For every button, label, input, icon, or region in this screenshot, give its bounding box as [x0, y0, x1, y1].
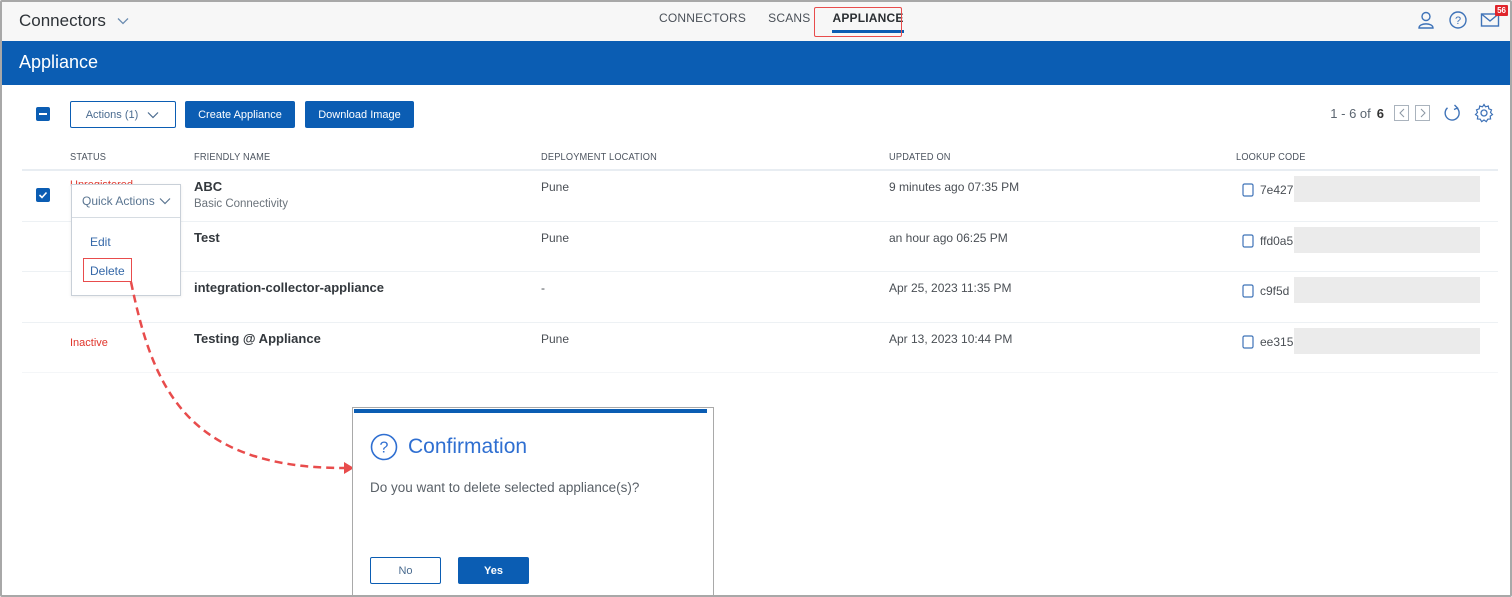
page-header: Appliance	[2, 41, 1510, 85]
table-header: STATUS FRIENDLY NAME DEPLOYMENT LOCATION…	[22, 142, 1498, 171]
checkmark-icon	[38, 191, 48, 199]
help-icon[interactable]: ?	[1448, 10, 1468, 30]
page-title: Appliance	[19, 52, 99, 72]
chevron-left-icon	[1398, 108, 1404, 118]
updated-on: an hour ago 06:25 PM	[889, 230, 1008, 245]
select-all-checkbox[interactable]	[36, 107, 50, 121]
lookup-code: ffd0a5	[1242, 234, 1293, 248]
row-checkbox[interactable]	[36, 188, 50, 202]
chevron-down-icon	[159, 198, 171, 205]
yes-button[interactable]: Yes	[458, 557, 529, 584]
status-badge: Inactive	[70, 336, 108, 349]
dialog-title-text: Confirmation	[408, 435, 528, 458]
app-title: Connectors	[19, 11, 106, 30]
lookup-code: ee315	[1242, 335, 1293, 349]
prev-page-button[interactable]	[1394, 105, 1409, 121]
redacted-region	[1294, 277, 1480, 303]
lookup-code-text: 7e427	[1260, 183, 1294, 197]
lookup-code-text: c9f5d	[1260, 284, 1290, 298]
quick-actions-label: Quick Actions	[82, 194, 155, 208]
chevron-down-icon	[117, 18, 129, 25]
dialog-accent-bar	[354, 409, 707, 413]
friendly-name[interactable]: Testing @ Appliance	[194, 331, 321, 346]
lookup-code-text: ee315	[1260, 334, 1294, 349]
top-bar: Connectors CONNECTORS SCANS APPLIANCE ? …	[2, 2, 1510, 41]
appliance-table: STATUS FRIENDLY NAME DEPLOYMENT LOCATION…	[22, 142, 1498, 373]
copy-icon[interactable]	[1242, 284, 1254, 298]
updated-on: 9 minutes ago 07:35 PM	[889, 180, 1020, 194]
copy-icon[interactable]	[1242, 183, 1254, 197]
quick-actions-dropdown[interactable]: Quick Actions	[72, 185, 180, 218]
deployment-location: Pune	[541, 230, 570, 245]
app-switcher[interactable]: Connectors	[19, 11, 130, 31]
menu-item-edit[interactable]: Edit	[90, 235, 111, 249]
no-button[interactable]: No	[370, 557, 441, 584]
friendly-name[interactable]: ABC	[194, 179, 222, 194]
appliance-type: Basic Connectivity	[194, 198, 288, 210]
lookup-code: c9f5d	[1242, 284, 1289, 298]
annotation-highlight-box	[814, 7, 902, 37]
updated-on: Apr 25, 2023 11:35 PM	[889, 281, 1012, 295]
tab-connectors[interactable]: CONNECTORS	[659, 2, 757, 41]
column-deployment-location[interactable]: DEPLOYMENT LOCATION	[541, 151, 657, 163]
column-updated-on[interactable]: UPDATED ON	[889, 151, 951, 163]
refresh-icon[interactable]	[1442, 103, 1462, 123]
download-image-button[interactable]: Download Image	[305, 101, 414, 128]
copy-icon[interactable]	[1242, 334, 1254, 349]
notification-badge: 56	[1495, 5, 1508, 16]
pagination: 1 - 6 of 6	[1330, 103, 1494, 123]
column-lookup-code[interactable]: LOOKUP CODE	[1236, 151, 1306, 163]
table-row[interactable]: Test Pune an hour ago 06:25 PM ffd0a5	[22, 222, 1498, 272]
confirmation-dialog: ? Confirmation Do you want to delete sel…	[352, 407, 714, 595]
lookup-code-text: ffd0a5	[1260, 233, 1294, 248]
svg-text:?: ?	[1455, 15, 1461, 27]
toolbar: Actions (1) Create Appliance Download Im…	[36, 101, 1510, 129]
app-window: Connectors CONNECTORS SCANS APPLIANCE ? …	[0, 0, 1512, 597]
create-appliance-button[interactable]: Create Appliance	[185, 101, 295, 128]
column-friendly-name[interactable]: FRIENDLY NAME	[194, 151, 270, 163]
actions-label: Actions (1)	[85, 108, 139, 121]
annotation-highlight-box	[83, 258, 132, 282]
table-row[interactable]: integration-collector-appliance - Apr 25…	[22, 272, 1498, 323]
settings-gear-icon[interactable]	[1474, 103, 1494, 123]
chevron-right-icon	[1420, 108, 1426, 118]
mail-icon[interactable]: 56	[1480, 5, 1508, 30]
friendly-name[interactable]: Test	[194, 230, 220, 245]
deployment-location: Pune	[541, 331, 570, 346]
actions-dropdown[interactable]: Actions (1)	[70, 101, 176, 128]
friendly-name[interactable]: integration-collector-appliance	[194, 280, 384, 295]
deployment-location: -	[541, 281, 545, 295]
user-icon[interactable]	[1416, 10, 1436, 30]
updated-on: Apr 13, 2023 10:44 PM	[889, 331, 1013, 346]
column-status[interactable]: STATUS	[70, 151, 106, 163]
dialog-title: ? Confirmation	[370, 433, 527, 461]
table-row[interactable]: Unregistered ABC Basic Connectivity Pune…	[22, 171, 1498, 222]
question-circle-icon: ?	[370, 433, 398, 461]
redacted-region	[1294, 226, 1480, 253]
svg-text:?: ?	[380, 440, 389, 457]
table-row[interactable]: Inactive Testing @ Appliance Pune Apr 13…	[22, 323, 1498, 373]
lookup-code: 7e427	[1242, 183, 1293, 197]
redacted-region	[1294, 327, 1480, 354]
copy-icon[interactable]	[1242, 233, 1254, 248]
next-page-button[interactable]	[1415, 105, 1430, 121]
pager-range: 1 - 6 of	[1330, 105, 1371, 121]
redacted-region	[1294, 176, 1480, 202]
chevron-down-icon	[147, 111, 159, 118]
deployment-location: Pune	[541, 180, 570, 194]
top-icons: ? 56	[1416, 5, 1508, 30]
dialog-message: Do you want to delete selected appliance…	[370, 480, 640, 495]
pager-total: 6	[1376, 105, 1384, 121]
